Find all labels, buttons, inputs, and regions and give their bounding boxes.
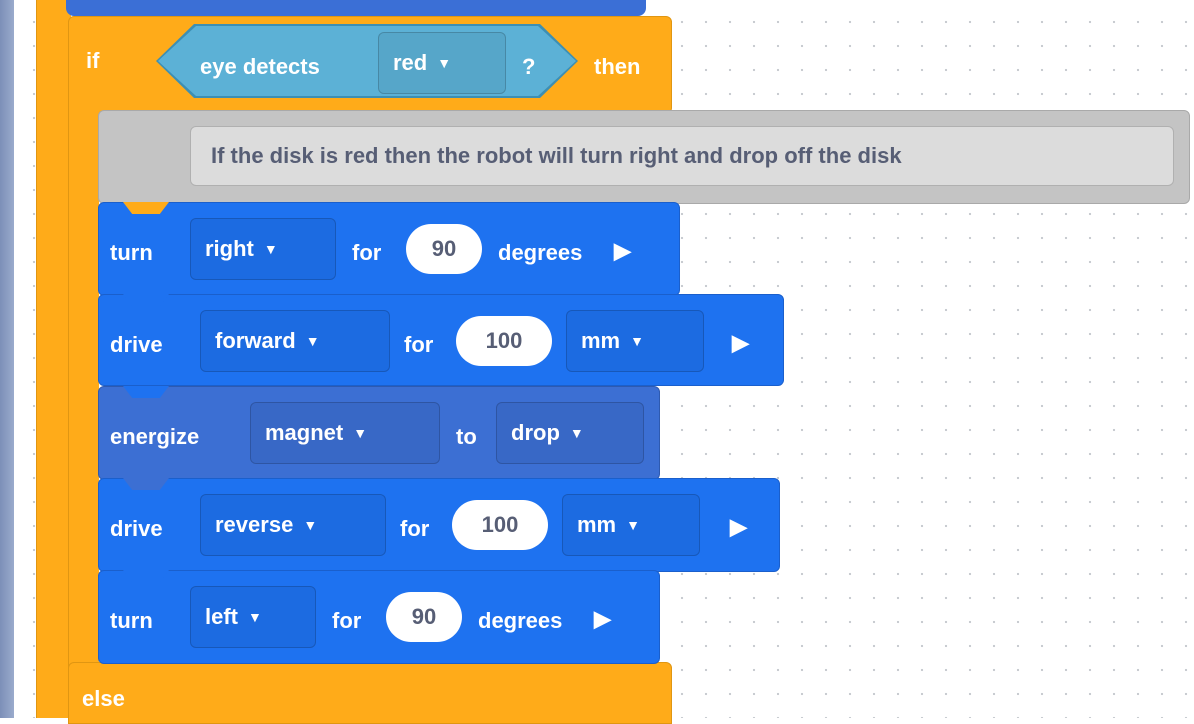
chevron-down-icon: ▼ bbox=[248, 609, 262, 625]
if-block-arm bbox=[68, 100, 99, 700]
turn-degrees-input[interactable]: 90 bbox=[386, 592, 462, 642]
chevron-down-icon: ▼ bbox=[263, 241, 278, 257]
drive-unit-dropdown[interactable]: mm ▼ bbox=[562, 494, 700, 556]
drive-direction-dropdown[interactable]: reverse ▼ bbox=[200, 494, 386, 556]
play-icon[interactable]: ▶ bbox=[594, 606, 611, 632]
turn-direction-dropdown[interactable]: left ▼ bbox=[190, 586, 316, 648]
turn-direction-value: right bbox=[205, 236, 254, 261]
degrees-label: degrees bbox=[498, 240, 583, 265]
drive-distance-value: 100 bbox=[485, 328, 523, 353]
turn-label: turn bbox=[110, 240, 153, 265]
for-label: for bbox=[332, 608, 362, 633]
drive-direction-value: forward bbox=[215, 328, 296, 353]
block-notch bbox=[123, 202, 169, 214]
if-block-else[interactable] bbox=[68, 662, 672, 724]
magnet-target-dropdown[interactable]: magnet ▼ bbox=[250, 402, 440, 464]
turn-degrees-value: 90 bbox=[411, 604, 437, 629]
drive-direction-dropdown[interactable]: forward ▼ bbox=[200, 310, 390, 372]
magnet-action-dropdown[interactable]: drop ▼ bbox=[496, 402, 644, 464]
outer-control-arm bbox=[36, 0, 71, 718]
chevron-down-icon: ▼ bbox=[303, 517, 318, 533]
turn-direction-value: left bbox=[205, 604, 238, 629]
color-dropdown-value: red bbox=[393, 50, 428, 75]
eye-detects-label: eye detects bbox=[200, 54, 320, 79]
chevron-down-icon: ▼ bbox=[353, 425, 368, 441]
comment-text: If the disk is red then the robot will t… bbox=[211, 143, 902, 168]
comment-text-box[interactable]: If the disk is red then the robot will t… bbox=[190, 126, 1174, 186]
drive-distance-input[interactable]: 100 bbox=[456, 316, 552, 366]
drive-direction-value: reverse bbox=[215, 512, 294, 537]
turn-label: turn bbox=[110, 608, 153, 633]
then-label: then bbox=[594, 54, 641, 79]
degrees-label: degrees bbox=[478, 608, 563, 633]
chevron-down-icon: ▼ bbox=[569, 425, 584, 441]
magnet-action-value: drop bbox=[511, 420, 560, 445]
drive-label: drive bbox=[110, 516, 163, 541]
turn-degrees-value: 90 bbox=[431, 236, 457, 261]
color-dropdown[interactable]: red ▼ bbox=[378, 32, 506, 94]
chevron-down-icon: ▼ bbox=[305, 333, 320, 349]
chevron-down-icon: ▼ bbox=[437, 55, 452, 71]
play-icon[interactable]: ▶ bbox=[732, 330, 749, 356]
play-icon[interactable]: ▶ bbox=[614, 238, 631, 264]
energize-label: energize bbox=[110, 424, 200, 449]
block-notch bbox=[123, 386, 169, 398]
drive-unit-dropdown[interactable]: mm ▼ bbox=[566, 310, 704, 372]
if-label: if bbox=[86, 48, 100, 73]
drive-unit-value: mm bbox=[577, 512, 617, 537]
block-notch bbox=[123, 478, 169, 490]
previous-block-stub[interactable] bbox=[66, 0, 646, 16]
block-notch bbox=[123, 570, 169, 582]
play-icon[interactable]: ▶ bbox=[730, 514, 747, 540]
else-label: else bbox=[82, 686, 125, 711]
magnet-target-value: magnet bbox=[265, 420, 344, 445]
drive-label: drive bbox=[110, 332, 163, 357]
for-label: for bbox=[404, 332, 434, 357]
turn-direction-dropdown[interactable]: right ▼ bbox=[190, 218, 336, 280]
drive-distance-input[interactable]: 100 bbox=[452, 500, 548, 550]
chevron-down-icon: ▼ bbox=[626, 517, 640, 533]
drive-distance-value: 100 bbox=[481, 512, 519, 537]
question-mark: ? bbox=[522, 54, 536, 79]
for-label: for bbox=[400, 516, 430, 541]
window-edge bbox=[0, 0, 14, 718]
turn-degrees-input[interactable]: 90 bbox=[406, 224, 482, 274]
block-notch bbox=[123, 294, 169, 306]
turn-right-block[interactable] bbox=[98, 202, 680, 296]
drive-unit-value: mm bbox=[581, 328, 621, 353]
chevron-down-icon: ▼ bbox=[630, 333, 644, 349]
turn-left-block[interactable] bbox=[98, 570, 660, 664]
for-label: for bbox=[352, 240, 382, 265]
to-label: to bbox=[456, 424, 477, 449]
